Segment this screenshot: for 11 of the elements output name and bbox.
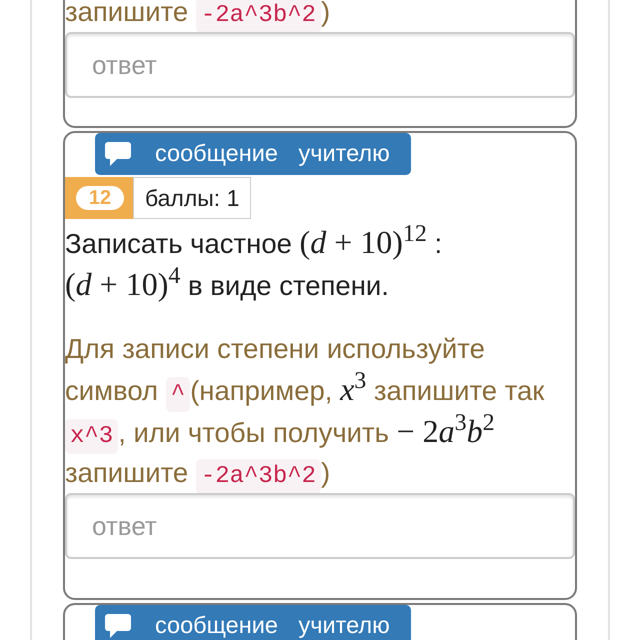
points-label: баллы: 1 — [133, 177, 252, 219]
question-text: Записать частное (d + 10)$^{12}$ : (d + 10)$^{4}$ в виде степени. — [65, 222, 444, 304]
message-teacher-button[interactable]: сообщение учителю — [95, 605, 411, 640]
speech-bubble-icon — [105, 142, 131, 166]
message-teacher-button[interactable]: сообщение учителю — [95, 133, 411, 175]
answer-field[interactable]: ответ — [65, 493, 575, 559]
hint-text: запишите -2a^3b^2 ) — [65, 0, 575, 32]
speech-bubble-icon — [105, 614, 131, 638]
answer-field[interactable]: ответ — [65, 32, 575, 98]
question-number-badge: 12 — [76, 186, 124, 210]
hint-text: Для записи степени используйте символ ^ (например, x$^{3}$ запишите так x^3 , или чтобы получить − 2a$^{3}$b$^{2}$ запишите -2a^3b^2 ) — [65, 329, 575, 493]
